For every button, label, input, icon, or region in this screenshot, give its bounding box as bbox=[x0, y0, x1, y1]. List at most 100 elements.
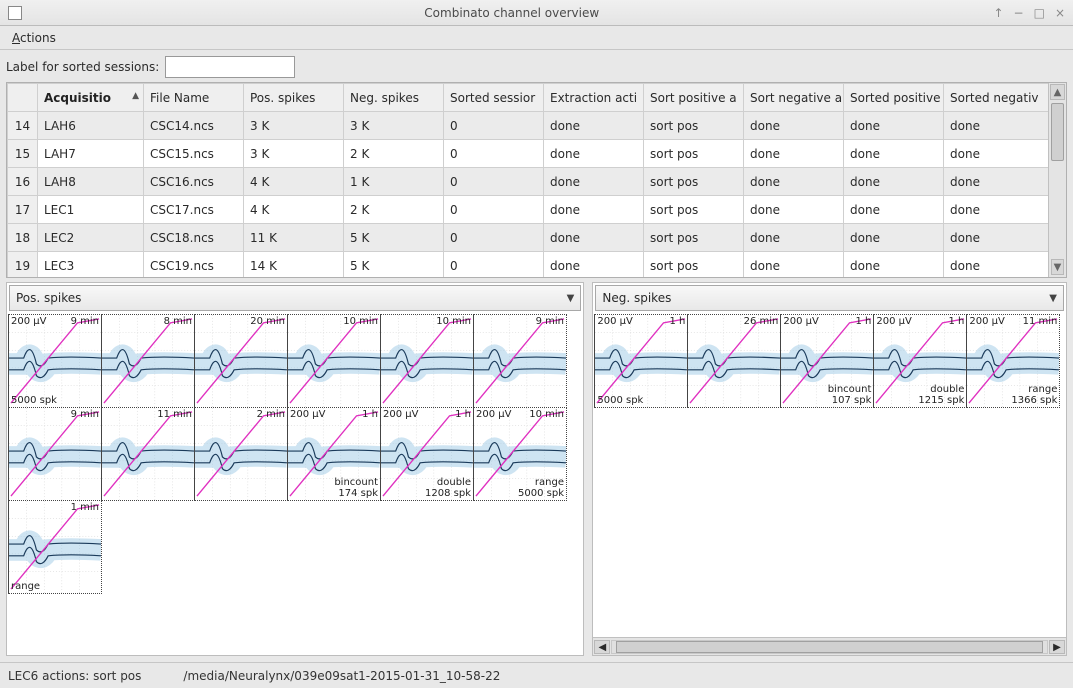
col-neg-spikes[interactable]: Neg. spikes bbox=[344, 84, 444, 112]
maximize-icon[interactable]: □ bbox=[1034, 6, 1045, 20]
waveform-thumb[interactable]: 11 min bbox=[101, 407, 195, 501]
cell-file: CSC14.ncs bbox=[144, 112, 244, 140]
waveform-thumb[interactable]: 200 µV1 hbincount174 spk bbox=[287, 407, 381, 501]
cell-sess: 0 bbox=[444, 224, 544, 252]
cell-neg: 3 K bbox=[344, 112, 444, 140]
cell-sortedneg: done bbox=[944, 140, 1049, 168]
waveform-thumb[interactable]: 200 µV1 hdouble1215 spk bbox=[873, 314, 967, 408]
waveform-thumb[interactable]: 10 min bbox=[380, 314, 474, 408]
table-row[interactable]: 17LEC1CSC17.ncs4 K2 K0donesort posdonedo… bbox=[8, 196, 1049, 224]
cell-sortpos: sort pos bbox=[644, 196, 744, 224]
thumb-spk-label: 1215 spk bbox=[918, 395, 964, 406]
thumb-time-label: 9 min bbox=[536, 316, 564, 327]
waveform-thumb[interactable]: 10 min bbox=[287, 314, 381, 408]
table-row[interactable]: 16LAH8CSC16.ncs4 K1 K0donesort posdonedo… bbox=[8, 168, 1049, 196]
waveform-thumb[interactable]: 200 µV1 hdouble1208 spk bbox=[380, 407, 474, 501]
thumb-time-label: 26 min bbox=[744, 316, 779, 327]
thumb-time-label: 9 min bbox=[71, 316, 99, 327]
cell-acq: LEC3 bbox=[38, 252, 144, 278]
scroll-down-icon[interactable]: ▼ bbox=[1051, 259, 1064, 275]
table-row[interactable]: 15LAH7CSC15.ncs3 K2 K0donesort posdonedo… bbox=[8, 140, 1049, 168]
actions-menu[interactable]: Actions bbox=[6, 29, 62, 47]
col-sort-negative-action[interactable]: Sort negative a bbox=[744, 84, 844, 112]
waveform-thumb[interactable]: 200 µV1 hbincount107 spk bbox=[780, 314, 874, 408]
cell-file: CSC16.ncs bbox=[144, 168, 244, 196]
neg-horizontal-scrollbar[interactable]: ◀ ▶ bbox=[593, 637, 1066, 655]
cell-file: CSC18.ncs bbox=[144, 224, 244, 252]
table-vertical-scrollbar[interactable]: ▲ ▼ bbox=[1048, 83, 1066, 277]
thumb-count-label: range bbox=[11, 581, 40, 592]
cell-sortedpos: done bbox=[844, 252, 944, 278]
waveform-thumb[interactable]: 8 min bbox=[101, 314, 195, 408]
col-sorted-sessions[interactable]: Sorted sessior bbox=[444, 84, 544, 112]
hscroll-track[interactable] bbox=[611, 640, 1048, 654]
col-acquisition[interactable]: Acquisitio▲ bbox=[38, 84, 144, 112]
shade-icon[interactable]: ↑ bbox=[993, 6, 1003, 20]
thumb-scale-label: 200 µV bbox=[783, 316, 818, 327]
waveform-thumb[interactable]: 26 min bbox=[687, 314, 781, 408]
scroll-right-icon[interactable]: ▶ bbox=[1049, 640, 1065, 654]
cell-pos: 3 K bbox=[244, 140, 344, 168]
col-sorted-positive[interactable]: Sorted positive bbox=[844, 84, 944, 112]
waveform-thumb[interactable]: 2 min bbox=[194, 407, 288, 501]
waveform-thumb[interactable]: 1 min range bbox=[8, 500, 102, 594]
cell-sortpos: sort pos bbox=[644, 168, 744, 196]
status-actions: LEC6 actions: sort pos bbox=[8, 669, 141, 683]
close-icon[interactable]: × bbox=[1055, 6, 1065, 20]
sorted-sessions-label: Label for sorted sessions: bbox=[6, 60, 159, 74]
status-bar: LEC6 actions: sort pos /media/Neuralynx/… bbox=[0, 662, 1073, 688]
waveform-thumb[interactable]: 200 µV10 minrange5000 spk bbox=[473, 407, 567, 501]
table-row[interactable]: 14LAH6CSC14.ncs3 K3 K0donesort posdonedo… bbox=[8, 112, 1049, 140]
col-sorted-negative[interactable]: Sorted negativ bbox=[944, 84, 1049, 112]
col-sort-positive-action[interactable]: Sort positive a bbox=[644, 84, 744, 112]
thumb-time-label: 10 min bbox=[529, 409, 564, 420]
col-extraction-action[interactable]: Extraction acti bbox=[544, 84, 644, 112]
thumb-time-label: 1 h bbox=[669, 316, 685, 327]
thumb-scale-label: 200 µV bbox=[383, 409, 418, 420]
scroll-left-icon[interactable]: ◀ bbox=[594, 640, 610, 654]
scroll-up-icon[interactable]: ▲ bbox=[1050, 84, 1065, 100]
col-rownum[interactable] bbox=[8, 84, 38, 112]
thumb-mode-label: bincount bbox=[334, 477, 378, 488]
label-row: Label for sorted sessions: bbox=[6, 56, 1067, 78]
thumb-time-label: 1 min bbox=[71, 502, 99, 513]
thumb-time-label: 1 h bbox=[948, 316, 964, 327]
menu-bar: Actions bbox=[0, 26, 1073, 50]
cell-neg: 2 K bbox=[344, 140, 444, 168]
cell-sortedneg: done bbox=[944, 252, 1049, 278]
waveform-thumb[interactable]: 200 µV1 h5000 spk bbox=[594, 314, 688, 408]
cell-ext: done bbox=[544, 168, 644, 196]
table-row[interactable]: 18LEC2CSC18.ncs11 K5 K0donesort posdoned… bbox=[8, 224, 1049, 252]
chevron-down-icon: ▼ bbox=[1049, 293, 1057, 304]
neg-thumbnails: 200 µV 1 h 5000 spk 26 min 200 µV1 hbincou… bbox=[593, 313, 1066, 637]
cell-sortpos: sort pos bbox=[644, 140, 744, 168]
waveform-thumb[interactable]: 9 min bbox=[8, 407, 102, 501]
col-filename[interactable]: File Name bbox=[144, 84, 244, 112]
waveform-thumb[interactable]: 20 min bbox=[194, 314, 288, 408]
thumb-time-label: 9 min bbox=[71, 409, 99, 420]
scrollbar-thumb[interactable] bbox=[1051, 103, 1064, 161]
cell-acq: LEC2 bbox=[38, 224, 144, 252]
cell-sortpos: sort pos bbox=[644, 224, 744, 252]
thumb-spk-label: 5000 spk bbox=[518, 488, 564, 499]
hscroll-thumb[interactable] bbox=[616, 641, 1043, 653]
col-pos-spikes[interactable]: Pos. spikes bbox=[244, 84, 344, 112]
thumb-time-label: 11 min bbox=[1023, 316, 1058, 327]
neg-spikes-selector[interactable]: Neg. spikes ▼ bbox=[595, 285, 1064, 311]
thumb-count-label: 5000 spk bbox=[597, 395, 643, 406]
cell-neg: 5 K bbox=[344, 252, 444, 278]
cell-sortneg: done bbox=[744, 196, 844, 224]
waveform-thumb[interactable]: 200 µV9 min5000 spk bbox=[8, 314, 102, 408]
cell-n: 16 bbox=[8, 168, 38, 196]
cell-sortedpos: done bbox=[844, 168, 944, 196]
cell-sess: 0 bbox=[444, 112, 544, 140]
sorted-sessions-input[interactable] bbox=[165, 56, 295, 78]
thumb-mode-label: double bbox=[437, 477, 471, 488]
waveform-thumb[interactable]: 9 min bbox=[473, 314, 567, 408]
pos-spikes-selector[interactable]: Pos. spikes ▼ bbox=[9, 285, 581, 311]
cell-sortedpos: done bbox=[844, 140, 944, 168]
status-path: /media/Neuralynx/039e09sat1-2015-01-31_1… bbox=[183, 669, 500, 683]
table-row[interactable]: 19LEC3CSC19.ncs14 K5 K0donesort posdoned… bbox=[8, 252, 1049, 278]
minimize-icon[interactable]: − bbox=[1014, 6, 1024, 20]
waveform-thumb[interactable]: 200 µV11 minrange1366 spk bbox=[966, 314, 1060, 408]
